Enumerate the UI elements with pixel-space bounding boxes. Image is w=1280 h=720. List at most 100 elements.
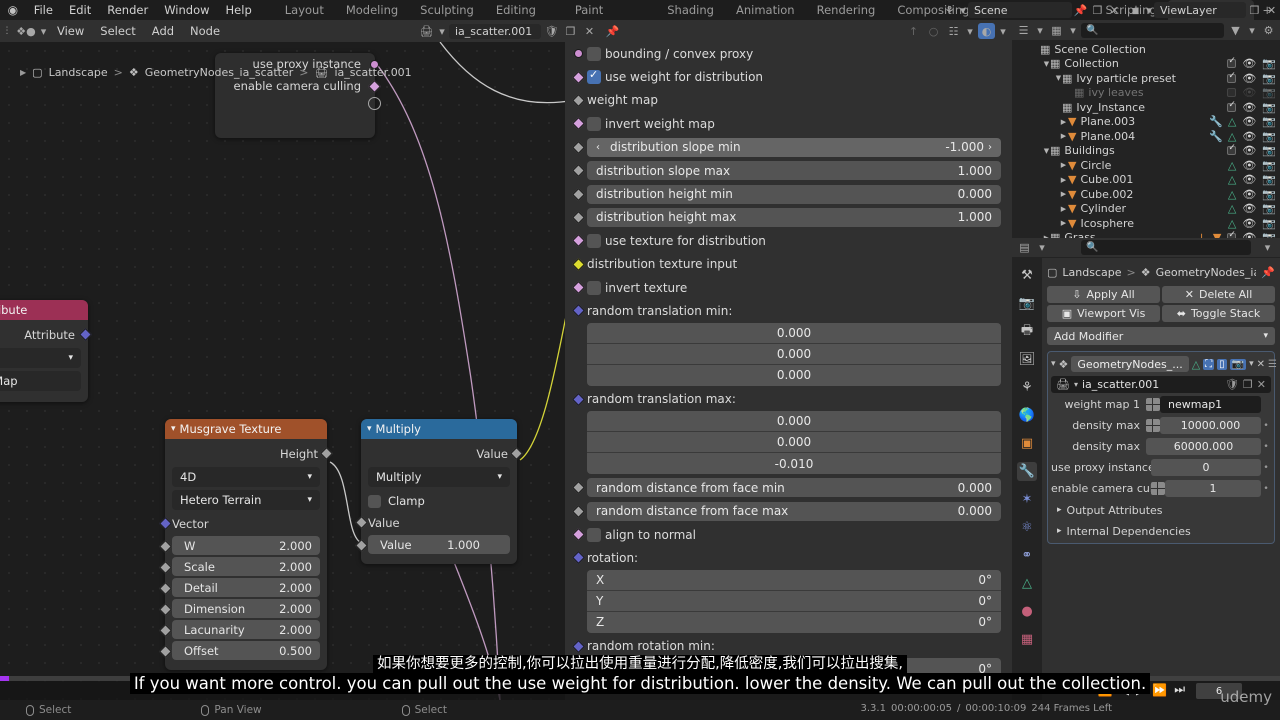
vector-field-x-2[interactable]: 0.000: [587, 411, 1001, 433]
vector-field-z-2[interactable]: -0.010: [587, 453, 1001, 475]
attribute-node[interactable]: ▾ Attribute Attribute ▾ UVMap: [0, 300, 92, 402]
value-weight-map-1[interactable]: newmap1: [1160, 396, 1261, 413]
eye-icon-9[interactable]: 👁: [1242, 173, 1256, 186]
camera-icon-7[interactable]: 📷: [1262, 144, 1276, 157]
outliner-row-collection[interactable]: ▼ ▦ Collection 👁 📷: [1012, 56, 1280, 72]
attribute-link-icon[interactable]: [1146, 398, 1160, 411]
tab-shading[interactable]: Shading: [656, 0, 725, 20]
npanel-row-height-max[interactable]: distribution height max 1.000: [565, 206, 1012, 229]
outliner-row-ivy-leaves[interactable]: ▦ ivy leaves 👁 📷: [1012, 86, 1280, 101]
geometry-nodes-icon[interactable]: ❖●: [14, 23, 38, 39]
socket-attribute-output[interactable]: [79, 328, 92, 341]
checkbox-use-texture-for-distribution[interactable]: [587, 233, 601, 248]
camera-icon-11[interactable]: 📷: [1262, 202, 1276, 215]
attribute-type-dropdown[interactable]: ▾: [0, 348, 81, 368]
expand-triangle-icon-8[interactable]: ▶: [1059, 190, 1068, 198]
pin-icon-3[interactable]: 📌: [1261, 266, 1275, 279]
socket-dot-rand-translation-min[interactable]: [572, 304, 585, 318]
exclude-checkbox-5[interactable]: [1227, 143, 1237, 156]
pin-icon[interactable]: 📌: [1072, 2, 1089, 18]
realtime-viewport-icon[interactable]: ▯: [1217, 358, 1227, 370]
node-menu-node[interactable]: Node: [182, 24, 228, 38]
node-circle-socket-icon[interactable]: [368, 97, 381, 110]
expand-triangle-icon-6[interactable]: ▶: [1059, 161, 1068, 169]
subpanel-internal-dependencies[interactable]: ▸ Internal Dependencies: [1051, 522, 1271, 540]
shield-icon[interactable]: 🛡: [543, 23, 560, 39]
tab-output[interactable]: 🖶: [1017, 322, 1037, 341]
close-icon-2[interactable]: ✕: [1263, 2, 1280, 18]
socket-dot-slope-max[interactable]: [572, 164, 585, 178]
vector-field-y[interactable]: 0.000: [587, 343, 1001, 365]
multiply-node-header[interactable]: ▾ Multiply: [361, 419, 517, 439]
chevron-down-icon-3[interactable]: ▾: [437, 23, 447, 39]
properties-crumb-object[interactable]: Landscape: [1062, 266, 1121, 279]
camera-icon[interactable]: 📷: [1262, 57, 1276, 70]
drag-handle-icon[interactable]: ☰: [1268, 359, 1277, 370]
camera-icon-10[interactable]: 📷: [1262, 188, 1276, 201]
musgrave-param-dimension[interactable]: Dimension 2.000: [172, 599, 320, 618]
node-menu-select[interactable]: Select: [92, 24, 143, 38]
socket-musgrave-lacunarity[interactable]: [159, 624, 172, 637]
close-icon[interactable]: ✕: [1106, 2, 1123, 18]
value-use-proxy-instance[interactable]: 0: [1151, 459, 1261, 476]
npanel-row-invert-texture[interactable]: invert texture: [565, 276, 1012, 299]
socket-dot-bounding-proxy[interactable]: [574, 49, 583, 59]
value-enable-camera-culling[interactable]: 1: [1165, 480, 1261, 497]
tab-material[interactable]: ●: [1017, 602, 1037, 621]
tab-object[interactable]: ▣: [1017, 434, 1037, 453]
socket-musgrave-vector[interactable]: [159, 517, 172, 530]
property-row-density-max-2[interactable]: density max 60000.000 •: [1051, 437, 1271, 456]
filter-icon[interactable]: ▼: [1227, 22, 1244, 38]
socket-multiply-value-in-1[interactable]: [355, 516, 368, 529]
npanel-row-align-normal[interactable]: align to normal: [565, 523, 1012, 546]
socket-dot-height-min[interactable]: [572, 187, 585, 201]
npanel-row-dist-face-max[interactable]: random distance from face max 0.000: [565, 499, 1012, 522]
npanel-row-slope-max[interactable]: distribution slope max 1.000: [565, 159, 1012, 182]
slider-random-distance-face-max[interactable]: random distance from face max 0.000: [587, 501, 1001, 521]
exclude-checkbox[interactable]: [1227, 56, 1237, 69]
checkbox-align-to-normal[interactable]: [587, 527, 601, 542]
chevron-down-icon-17[interactable]: ▾: [1074, 380, 1078, 389]
mesh-data-icon-4[interactable]: △: [1228, 173, 1236, 186]
exclude-checkbox-4[interactable]: [1227, 100, 1237, 112]
chevron-down-icon-2[interactable]: ▾: [1144, 2, 1154, 18]
socket-dot-rotation[interactable]: [572, 551, 585, 565]
mesh-data-icon-5[interactable]: △: [1228, 188, 1236, 201]
checkbox-bounding-proxy[interactable]: [587, 46, 601, 61]
socket-dot-invert-weight-map[interactable]: [572, 117, 585, 131]
tab-particles[interactable]: ✶: [1017, 490, 1037, 509]
chevron-down-icon-4[interactable]: ▾: [965, 23, 975, 39]
socket-dot-slope-min[interactable]: [572, 140, 585, 154]
attribute-node-header[interactable]: ▾ Attribute: [0, 300, 88, 320]
multiply-param-value[interactable]: Value 1.000: [368, 535, 510, 554]
tab-modifier[interactable]: 🔧: [1017, 462, 1037, 481]
property-row-weight-map-1[interactable]: weight map 1 newmap1: [1051, 395, 1271, 414]
eye-icon-7[interactable]: 👁: [1242, 144, 1256, 157]
edit-mode-display-icon[interactable]: △: [1192, 358, 1200, 371]
menu-window[interactable]: Window: [156, 0, 217, 20]
scene-name-field[interactable]: Scene: [968, 2, 1072, 18]
expand-triangle-icon-10[interactable]: ▶: [1059, 219, 1068, 227]
node-menu-view[interactable]: View: [49, 24, 92, 38]
npanel-row-use-weight[interactable]: use weight for distribution: [565, 65, 1012, 88]
camera-icon-12[interactable]: 📷: [1262, 217, 1276, 230]
chevron-down-icon-12[interactable]: ▾: [1247, 22, 1257, 38]
musgrave-dimension-dropdown[interactable]: 4D ▾: [172, 467, 320, 487]
editor-corner-handle[interactable]: ⋮: [0, 26, 14, 36]
tab-data[interactable]: △: [1017, 574, 1037, 593]
toggle-stack-button[interactable]: ⬌ Toggle Stack: [1162, 305, 1275, 322]
scene-icon[interactable]: ⚘: [941, 2, 958, 18]
socket-dot-rand-translation-max[interactable]: [572, 393, 585, 406]
tab-render[interactable]: 📷: [1017, 294, 1037, 313]
musgrave-node-header[interactable]: ▾ Musgrave Texture: [165, 419, 327, 439]
musgrave-param-lacunarity[interactable]: Lacunarity 2.000: [172, 620, 320, 639]
chevron-down-icon-5[interactable]: ▾: [998, 23, 1008, 39]
npanel-row-bounding-proxy[interactable]: bounding / convex proxy: [565, 42, 1012, 65]
duplicate-icon[interactable]: ❐: [562, 23, 579, 39]
camera-icon-6[interactable]: 📷: [1262, 130, 1276, 143]
npanel-row-dist-face-min[interactable]: random distance from face min 0.000: [565, 476, 1012, 499]
close-icon-5[interactable]: ✕: [1257, 359, 1265, 370]
menu-help[interactable]: Help: [218, 0, 260, 20]
animate-dot-icon-4[interactable]: •: [1261, 463, 1271, 473]
property-row-density-max-1[interactable]: density max 10000.000 •: [1051, 416, 1271, 435]
